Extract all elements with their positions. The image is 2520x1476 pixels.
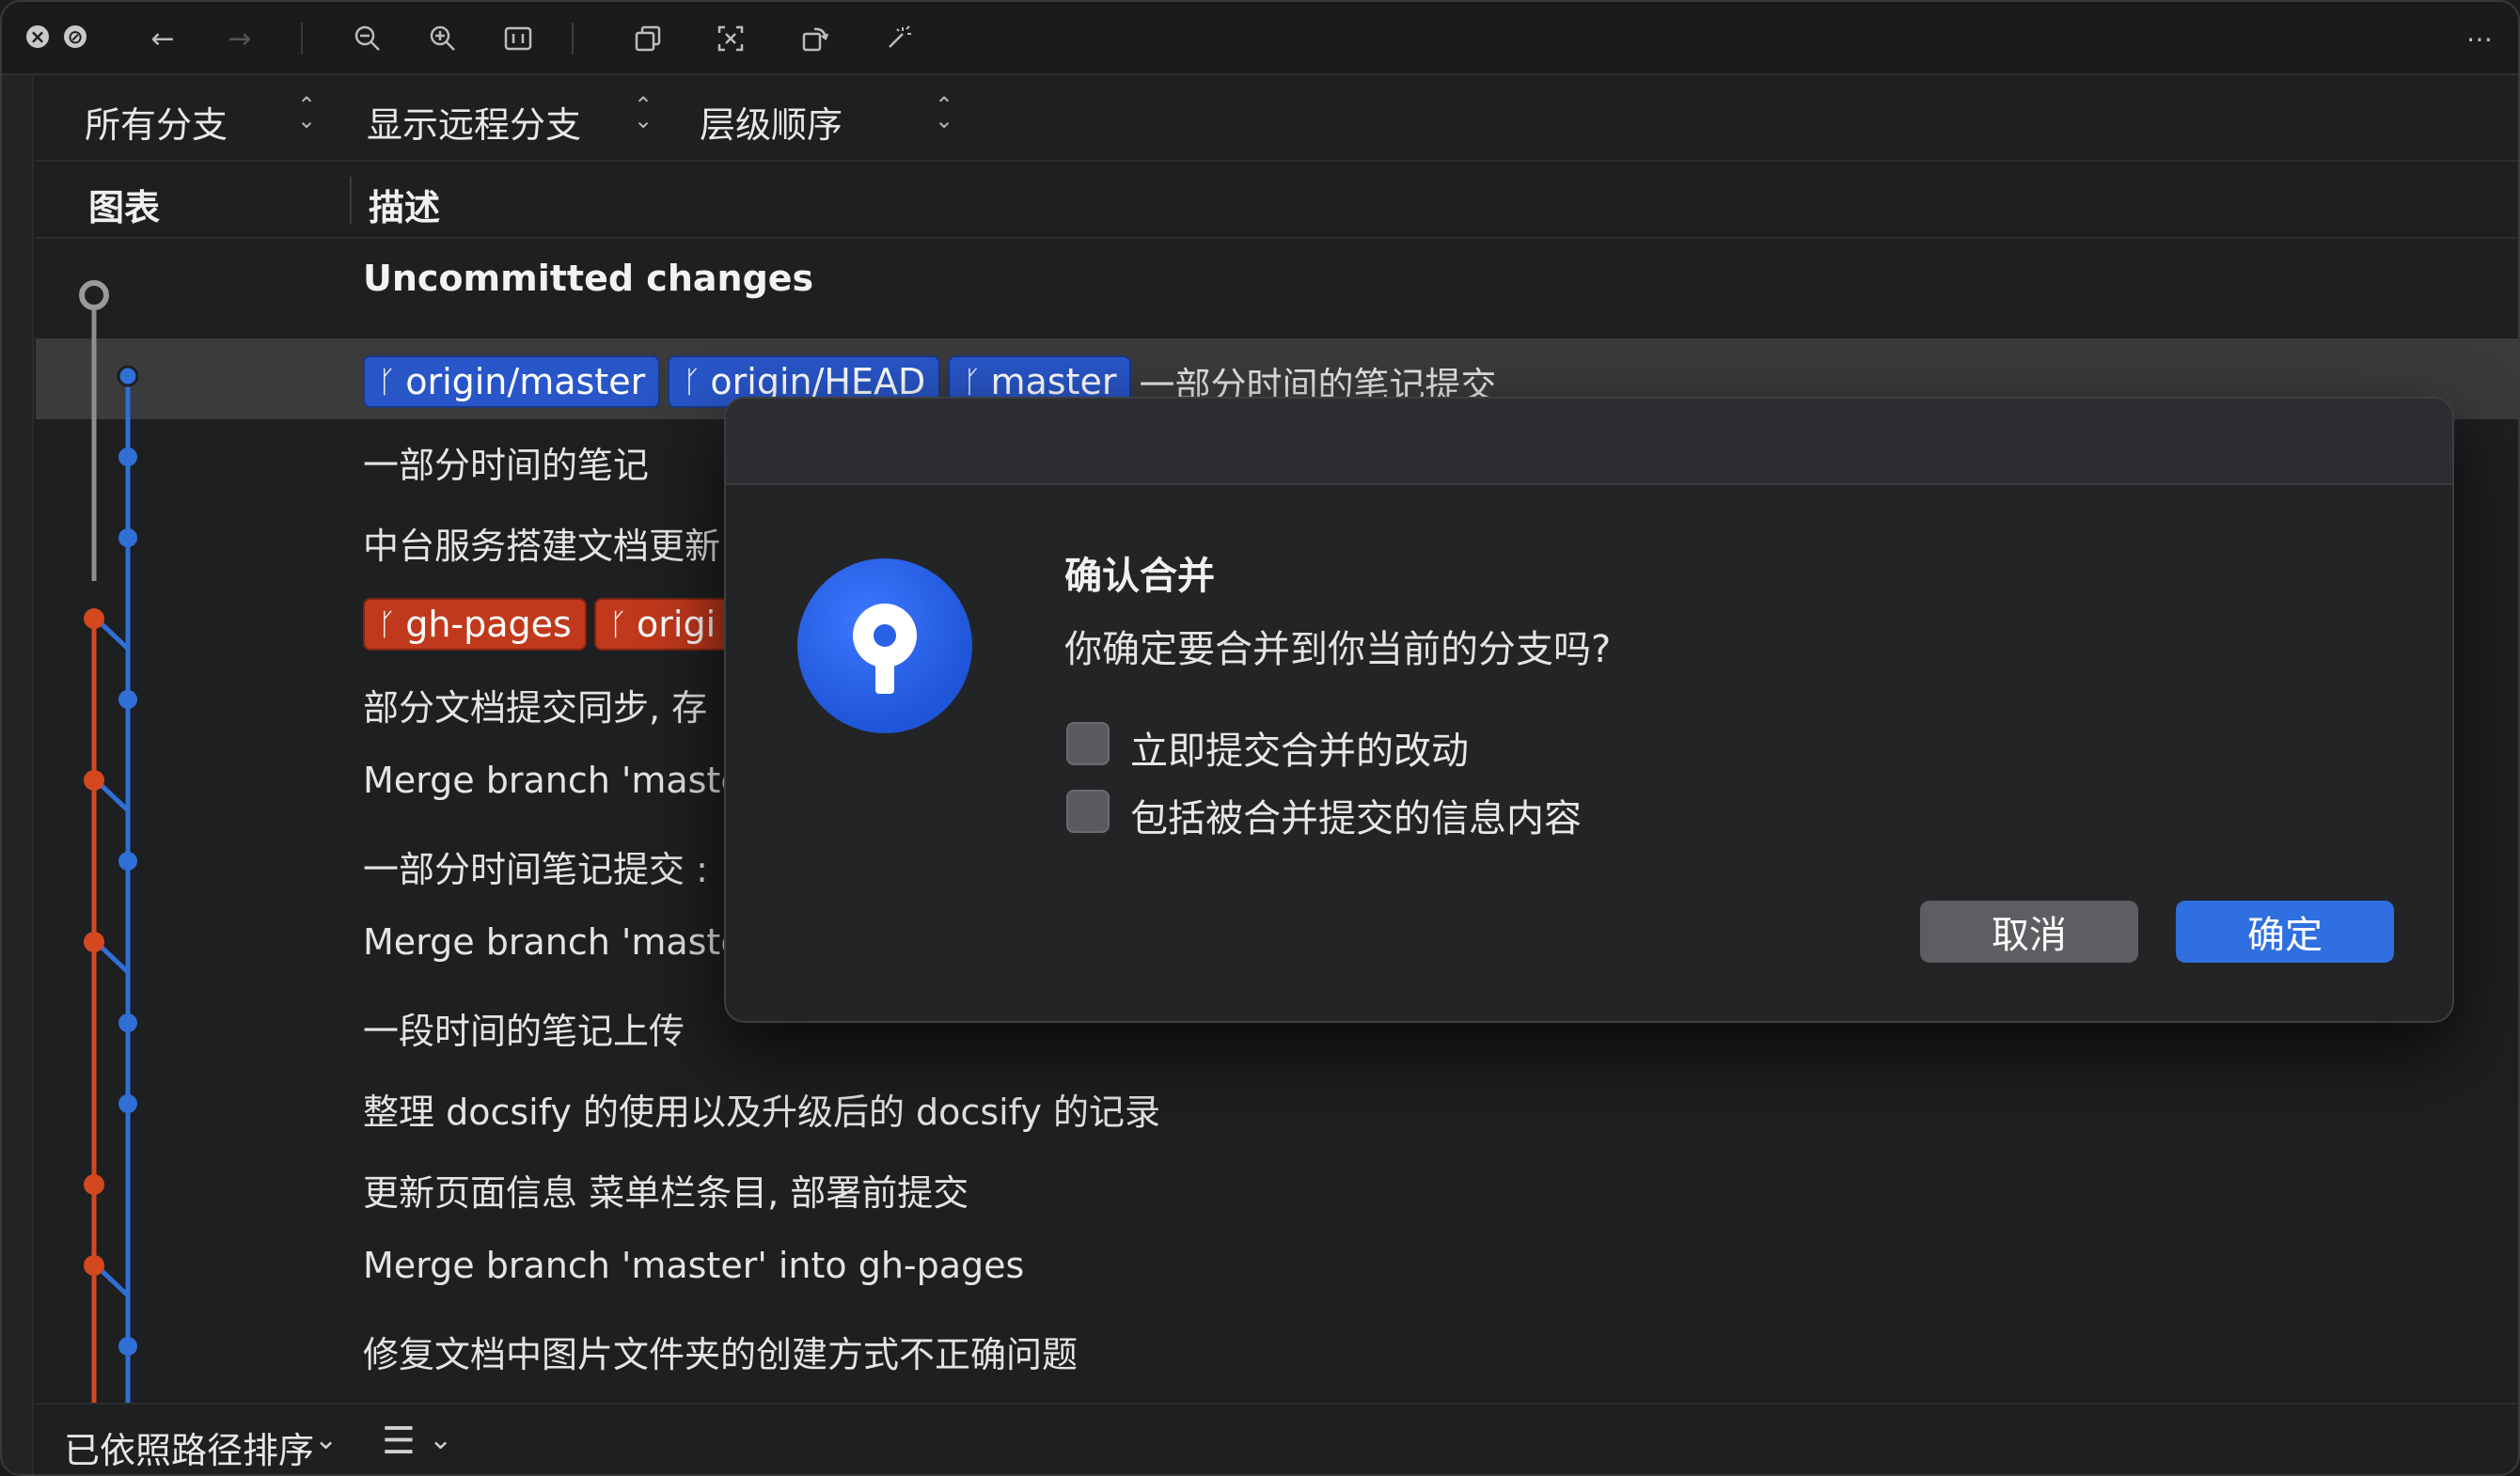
commit-message: 修复文档中图片文件夹的创建方式不正确问题: [363, 1334, 1079, 1375]
more-icon[interactable]: ⋯: [2460, 19, 2499, 58]
branch-tag-label: origin/master: [405, 361, 646, 402]
dialog-title: 确认合并: [1064, 555, 1215, 598]
remote-filter[interactable]: 显示远程分支: [367, 96, 581, 148]
dialog-titlebar: [726, 399, 2452, 485]
description-column-header[interactable]: 描述: [369, 179, 440, 230]
commit-row[interactable]: 修复文档中图片文件夹的创建方式不正确问题: [36, 1309, 2518, 1390]
graph-node: [118, 1013, 137, 1032]
commit-row[interactable]: 整理 docsify 的使用以及升级后的 docsify 的记录: [36, 1066, 2518, 1147]
stop-icon[interactable]: ⊘: [64, 25, 87, 48]
toolbar-separator: [301, 23, 303, 55]
graph-column-header[interactable]: 图表: [88, 179, 160, 230]
fit-icon[interactable]: [498, 19, 538, 58]
column-divider[interactable]: [350, 177, 352, 224]
graph-node: [84, 1255, 104, 1276]
commit-immediately-checkbox[interactable]: [1066, 722, 1110, 765]
branch-icon: ᚴ: [608, 606, 628, 642]
graph-node: [118, 528, 137, 547]
forward-arrow-icon[interactable]: →: [220, 19, 260, 58]
graph-node: [118, 852, 137, 871]
graph-node: [84, 1174, 104, 1195]
branch-icon: ᚴ: [378, 364, 397, 400]
magic-icon[interactable]: [878, 19, 918, 58]
branch-icon: ᚴ: [963, 364, 982, 400]
remote-filter-label: 显示远程分支: [367, 104, 582, 146]
list-icon[interactable]: ☰: [382, 1420, 416, 1463]
graph-node: [84, 608, 104, 629]
bottom-bar: 已依照路径排序 ⌄ ☰ ⌄: [36, 1403, 2518, 1474]
branch-tag[interactable]: ᚴ origin/master: [363, 355, 661, 408]
ok-button[interactable]: 确定: [2176, 901, 2394, 963]
chevron-down-icon[interactable]: ⌄: [429, 1423, 452, 1456]
commit-message: Merge branch 'maste: [363, 921, 743, 963]
graph-node: [118, 1094, 137, 1113]
graph-node: [118, 1337, 137, 1356]
commit-message: 一部分时间笔记提交 :: [363, 849, 708, 890]
commit-message: 中台服务搭建文档更新: [363, 526, 721, 567]
graph-node: [84, 932, 104, 952]
commit-message: Merge branch 'maste: [363, 760, 743, 801]
commit-graph: [79, 280, 139, 1403]
updown-icon[interactable]: ⌃ ⌄: [632, 94, 654, 132]
left-strip: [2, 75, 34, 1474]
sourcetree-logo-icon: [797, 558, 972, 733]
order-filter[interactable]: 层级顺序: [700, 96, 843, 148]
branch-icon: ᚴ: [683, 364, 701, 400]
merge-confirm-dialog: 确认合并 你确定要合并到你当前的分支吗? 立即提交合并的改动 包括被合并提交的信…: [724, 397, 2454, 1023]
commit-message: 一段时间的笔记上传: [363, 1011, 685, 1052]
commit-message: Uncommitted changes: [363, 258, 814, 299]
commit-row[interactable]: 更新页面信息 菜单栏条目, 部署前提交: [36, 1147, 2518, 1228]
graph-merge-edges: [92, 615, 130, 1297]
include-messages-checkbox[interactable]: [1066, 790, 1110, 833]
column-header: 图表 描述: [36, 164, 2518, 239]
filter-bar: 所有分支 ⌃ ⌄ 显示远程分支 ⌃ ⌄ 层级顺序 ⌃ ⌄: [36, 77, 2518, 162]
sort-menu[interactable]: 已依照路径排序: [64, 1421, 314, 1473]
cancel-button[interactable]: 取消: [1920, 901, 2138, 963]
include-messages-label[interactable]: 包括被合并提交的信息内容: [1130, 788, 1582, 842]
branch-tag-label: origi: [637, 604, 717, 645]
commit-message: 部分文档提交同步, 存: [363, 687, 708, 729]
branches-filter[interactable]: 所有分支: [85, 96, 228, 148]
commit-message: 整理 docsify 的使用以及升级后的 docsify 的记录: [363, 1091, 1160, 1133]
order-filter-label: 层级顺序: [700, 104, 843, 146]
zoom-in-icon[interactable]: [423, 19, 463, 58]
branch-tag[interactable]: ᚴ gh-pages: [363, 598, 587, 651]
updown-icon[interactable]: ⌃ ⌄: [295, 94, 318, 132]
copy-icon[interactable]: [628, 19, 668, 58]
graph-node: [117, 365, 139, 387]
commit-row-uncommitted[interactable]: Uncommitted changes: [36, 241, 2518, 322]
zoom-out-icon[interactable]: [348, 19, 387, 58]
back-arrow-icon[interactable]: ←: [143, 19, 182, 58]
graph-node: [118, 448, 137, 466]
select-icon[interactable]: [711, 19, 750, 58]
graph-node-uncommitted: [79, 280, 109, 310]
commit-message: 一部分时间的笔记: [363, 445, 650, 486]
chevron-down-icon[interactable]: ⌄: [314, 1423, 338, 1456]
commit-immediately-label[interactable]: 立即提交合并的改动: [1130, 720, 1469, 775]
branch-tag[interactable]: ᚴ origi: [593, 598, 732, 651]
branch-tag-label: gh-pages: [405, 604, 572, 645]
toolbar: × ⊘ ← → ⋯: [2, 2, 2518, 75]
rotate-icon[interactable]: [795, 19, 835, 58]
commit-message: 更新页面信息 菜单栏条目, 部署前提交: [363, 1172, 969, 1214]
commit-row[interactable]: Merge branch 'master' into gh-pages: [36, 1228, 2518, 1309]
updown-icon[interactable]: ⌃ ⌄: [933, 94, 955, 132]
dialog-message: 你确定要合并到你当前的分支吗?: [1064, 628, 1612, 671]
commit-message: Merge branch 'master' into gh-pages: [363, 1245, 1025, 1286]
graph-node: [118, 690, 137, 709]
graph-node: [84, 770, 104, 791]
commit-description: ᚴ gh-pages ᚴ origi: [363, 598, 738, 651]
branch-icon: ᚴ: [378, 606, 397, 642]
app-window: × ⊘ ← → ⋯ 所有分支 ⌃ ⌄ 显示远程分支 ⌃ ⌄ 层级顺序 ⌃ ⌄ 图…: [0, 0, 2520, 1476]
close-icon[interactable]: ×: [26, 25, 49, 48]
toolbar-separator: [572, 23, 574, 55]
branches-filter-label: 所有分支: [85, 104, 228, 146]
